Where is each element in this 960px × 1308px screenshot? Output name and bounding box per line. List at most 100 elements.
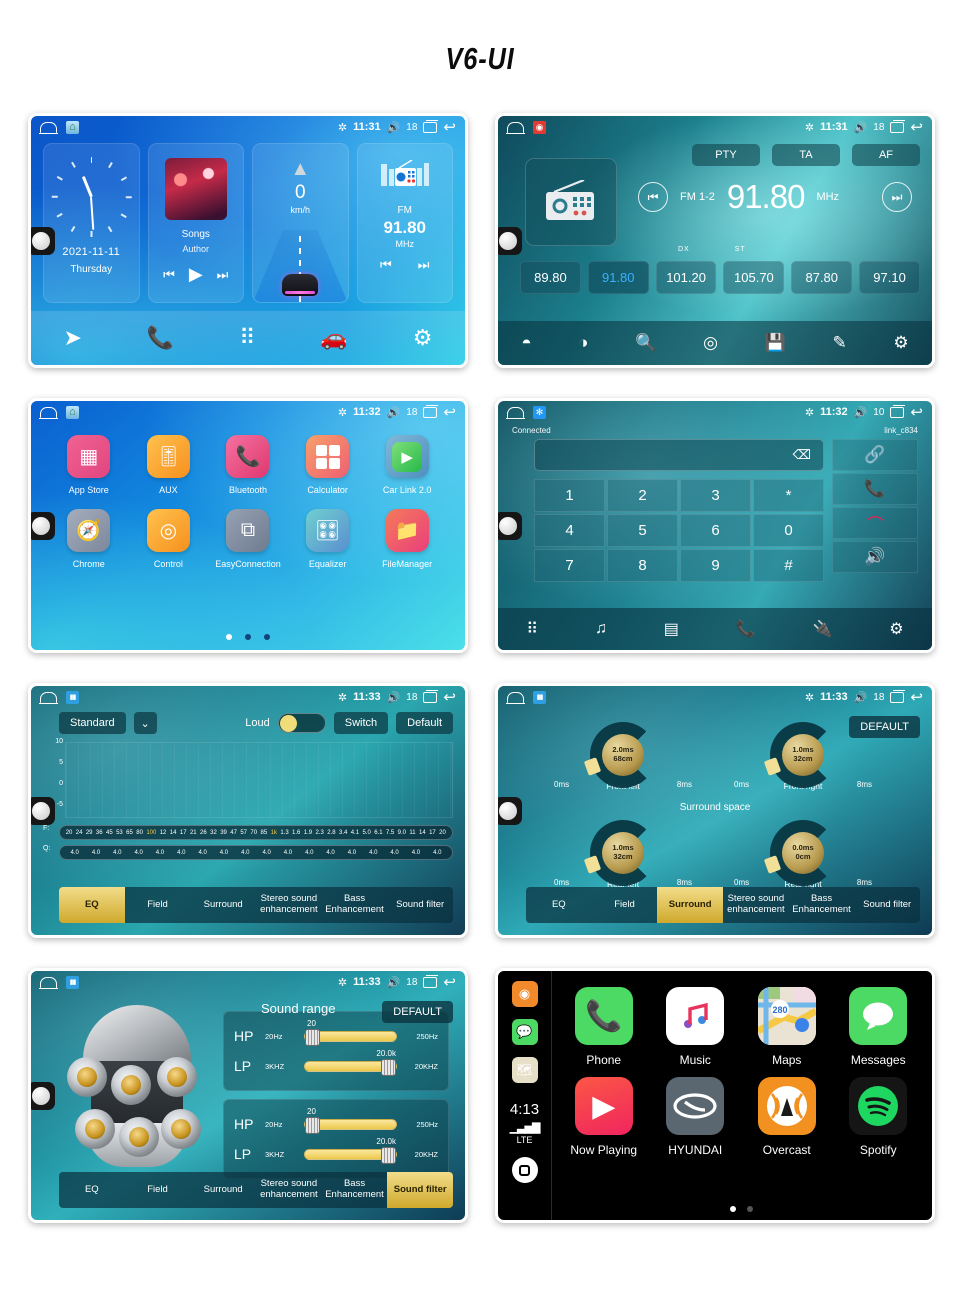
carplay-app-spotify[interactable]: Spotify	[835, 1077, 921, 1157]
slider-handle[interactable]	[305, 1028, 320, 1046]
tab-eq[interactable]: EQ	[526, 887, 592, 923]
app-item-calculator[interactable]: Calculator	[293, 435, 363, 495]
radio-prev-icon[interactable]: ⏮	[380, 257, 392, 273]
screen-carplay[interactable]: ◉ 💬 🗺 4:13 ▁▃▅▇ LTE 📞 Phone Music 280 Ma…	[495, 968, 935, 1223]
recents-icon[interactable]	[890, 689, 906, 703]
contacts-icon[interactable]: ▤	[664, 619, 679, 639]
tab-sound-filter[interactable]: Sound filter	[854, 887, 920, 923]
switch-button[interactable]: Switch	[333, 712, 389, 734]
phone-number-input[interactable]: ⌫	[534, 439, 824, 471]
carplay-app-now-playing[interactable]: ▶ Now Playing	[561, 1077, 647, 1157]
call-answer-icon[interactable]: 📞	[832, 473, 918, 505]
app-item-app-store[interactable]: ▦ App Store	[54, 435, 124, 495]
home-icon[interactable]	[506, 121, 525, 135]
app-item-equalizer[interactable]: 🎛 Equalizer	[293, 509, 363, 569]
default-button[interactable]: DEFAULT	[849, 716, 920, 738]
app-item-aux[interactable]: 🎚 AUX	[133, 435, 203, 495]
knob-front-left[interactable]: 2.0ms 68cm 0ms 8ms Front left	[548, 722, 698, 791]
home-app-badge-icon[interactable]	[66, 405, 79, 419]
tab-field[interactable]: Field	[125, 887, 191, 923]
preset-button[interactable]: 105.70	[723, 261, 785, 294]
navigation-dock-icon[interactable]: ➤	[63, 325, 81, 351]
knob-rear-right[interactable]: 0.0ms 0cm 0ms 8ms Rear right	[728, 820, 878, 889]
tab-surround[interactable]: Surround	[657, 887, 724, 923]
link-icon[interactable]: 🔗	[832, 439, 918, 471]
clock-widget[interactable]: 2021-11-11 Thursday	[43, 143, 140, 303]
radio-app-badge-icon[interactable]	[533, 120, 546, 134]
screen-home[interactable]: ✲ 11:31 🔊 18 ↩ 2021-11-11	[28, 113, 468, 368]
home-icon[interactable]	[506, 691, 525, 705]
key-hash[interactable]: #	[753, 549, 824, 582]
default-button[interactable]: Default	[396, 712, 453, 734]
tab-sound-filter[interactable]: Sound filter	[387, 1172, 453, 1208]
music-widget[interactable]: Songs Author ⏮ ▶ ⏭	[147, 143, 244, 303]
screen-surround[interactable]: ✲ 11:33 🔊 18 ↩ DEFAULT 2.0ms 68cm 0ms 8m…	[495, 683, 935, 938]
q-value-row[interactable]: 4.0 4.0 4.0 4.0 4.0 4.0 4.0 4.0 4.0 4.0 …	[59, 845, 453, 860]
music-icon[interactable]: ♫	[595, 620, 607, 638]
lp-slider[interactable]: 20.0k	[304, 1049, 397, 1076]
speaker-icon[interactable]: 🔊	[832, 541, 918, 573]
slider-handle[interactable]	[381, 1058, 396, 1076]
settings-icon[interactable]: ⚙	[893, 333, 908, 353]
home-icon[interactable]	[506, 406, 525, 420]
carplay-app-messages[interactable]: Messages	[835, 987, 921, 1067]
key-6[interactable]: 6	[680, 514, 751, 547]
bt-connect-icon[interactable]: 🔌	[812, 619, 832, 639]
equalizer-app-badge-icon[interactable]	[66, 690, 79, 704]
settings-dock-icon[interactable]: ⚙	[413, 325, 433, 351]
preset-button[interactable]: 87.80	[791, 261, 853, 294]
hardware-knob[interactable]	[31, 226, 55, 255]
preset-button[interactable]: 91.80	[587, 261, 649, 294]
hp-slider[interactable]: 20	[304, 1107, 397, 1134]
page-dot[interactable]	[264, 634, 270, 640]
tab-field[interactable]: Field	[125, 1172, 191, 1208]
settings-icon[interactable]: ⚙	[889, 619, 903, 639]
key-9[interactable]: 9	[680, 549, 751, 582]
eq-chart[interactable]	[65, 742, 453, 818]
keypad-icon[interactable]: ⠿	[526, 619, 538, 639]
screen-radio[interactable]: ✲ 11:31 🔊 18 ↩ PTY TA AF	[495, 113, 935, 368]
key-3[interactable]: 3	[680, 479, 751, 512]
app-item-filemanager[interactable]: 📁 FileManager	[372, 509, 442, 569]
tab-bass-enhancement[interactable]: Bass Enhancement	[322, 887, 388, 923]
seek-down-button[interactable]: ⏮	[638, 182, 668, 212]
key-star[interactable]: *	[753, 479, 824, 512]
radio-widget[interactable]: FM 91.80 MHz ⏮ ⏭	[356, 143, 453, 303]
carplay-app-maps[interactable]: 280 Maps	[744, 987, 830, 1067]
pty-button[interactable]: PTY	[692, 144, 760, 166]
messages-icon[interactable]: 💬	[511, 1019, 538, 1045]
app-item-bluetooth[interactable]: 📞 Bluetooth	[213, 435, 283, 495]
knob-rear-left[interactable]: 1.0ms 32cm 0ms 8ms Rear left	[548, 820, 698, 889]
home-icon[interactable]	[39, 121, 58, 135]
screen-dialer[interactable]: ✲ 11:32 🔊 10 ↩ Connected link_c834 ⌫ 1 2…	[495, 398, 935, 653]
page-dot[interactable]	[729, 1206, 736, 1212]
carplay-home-button[interactable]	[511, 1157, 538, 1183]
default-button[interactable]: DEFAULT	[382, 1001, 453, 1023]
preset-selector[interactable]: Standard	[59, 712, 126, 734]
screen-apps[interactable]: ✲ 11:32 🔊 18 ↩ ▦ App Store 🎚 AUX 📞	[28, 398, 468, 653]
maps-icon[interactable]: 🗺	[511, 1057, 538, 1083]
play-icon[interactable]: ▶	[189, 264, 203, 285]
replay-icon[interactable]: ◓	[521, 333, 531, 353]
key-5[interactable]: 5	[607, 514, 678, 547]
tab-stereo-sound-enhancement[interactable]: Stereo sound enhancement	[723, 887, 789, 923]
seek-up-button[interactable]: ⏭	[882, 182, 912, 212]
hardware-knob[interactable]	[31, 511, 55, 540]
hardware-knob[interactable]	[31, 1081, 55, 1110]
home-icon[interactable]	[39, 976, 58, 990]
key-2[interactable]: 2	[607, 479, 678, 512]
carplay-app-music[interactable]: Music	[652, 987, 738, 1067]
page-dot[interactable]	[245, 634, 251, 640]
tab-eq[interactable]: EQ	[59, 1172, 125, 1208]
backspace-icon[interactable]: ⌫	[793, 447, 811, 463]
tab-stereo-sound-enhancement[interactable]: Stereo sound enhancement	[256, 1172, 322, 1208]
edit-icon[interactable]: ✎	[832, 333, 846, 353]
key-0[interactable]: 0	[753, 514, 824, 547]
back-icon[interactable]: ↩	[910, 120, 923, 135]
home-icon[interactable]	[39, 691, 58, 705]
call-end-icon[interactable]: ⌒	[832, 507, 918, 539]
back-icon[interactable]: ↩	[910, 690, 923, 705]
app-item-control[interactable]: ◎ Control	[133, 509, 203, 569]
search-icon[interactable]: 🔍	[635, 333, 656, 353]
save-icon[interactable]: 💾	[765, 333, 786, 353]
